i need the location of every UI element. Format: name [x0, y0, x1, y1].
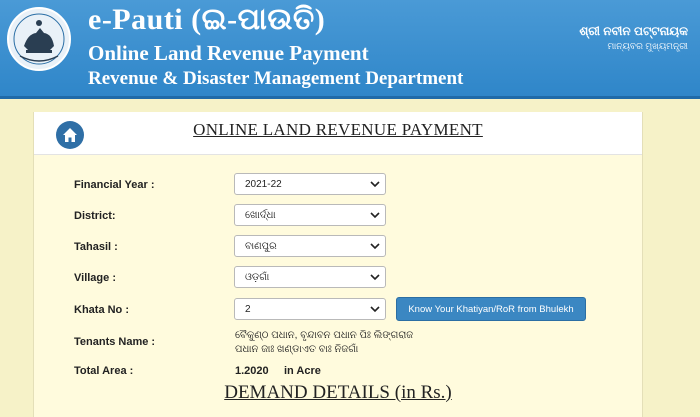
district-value: ଖୋର୍ଦ୍ଧା: [245, 210, 276, 221]
app-title: e-Pauti (ଇ-ପାଉତି): [88, 3, 326, 36]
chevron-down-icon: [370, 212, 380, 219]
chevron-down-icon: [370, 306, 380, 313]
district-select[interactable]: ଖୋର୍ଦ୍ଧା: [234, 204, 386, 226]
financial-year-label: Financial Year :: [74, 179, 155, 191]
tahasil-value: ବାଣପୁର: [245, 241, 277, 252]
district-label: District:: [74, 210, 116, 222]
tahasil-select[interactable]: ବାଣପୁର: [234, 235, 386, 257]
app-subtitle: Online Land Revenue Payment: [88, 41, 369, 65]
odisha-emblem-icon: [7, 7, 71, 71]
khata-no-label: Khata No :: [74, 304, 129, 316]
tenants-name-line2: ପଧାନ ଜାଃ ଖଣ୍ଡାଏତ ବାଃ ନିଜଗାଁ: [235, 344, 359, 355]
total-area-label: Total Area :: [74, 365, 134, 377]
chevron-down-icon: [370, 181, 380, 188]
chevron-down-icon: [370, 274, 380, 281]
village-label: Village :: [74, 272, 116, 284]
payment-panel: ONLINE LAND REVENUE PAYMENT Financial Ye…: [33, 112, 643, 417]
khata-no-value: 2: [245, 304, 251, 315]
tahasil-label: Tahasil :: [74, 241, 118, 253]
chief-minister-name: ଶ୍ରୀ ନବୀନ ପଟ୍ଟନାୟକ: [579, 24, 688, 38]
financial-year-value: 2021-22: [245, 179, 282, 190]
header-banner: e-Pauti (ଇ-ପାଉତି) Online Land Revenue Pa…: [0, 0, 700, 99]
total-area-value: 1.2020: [235, 365, 269, 377]
panel-title: ONLINE LAND REVENUE PAYMENT: [193, 120, 483, 139]
village-value: ଓଡ଼ଗାଁ: [245, 272, 270, 283]
financial-year-select[interactable]: 2021-22: [234, 173, 386, 195]
tenants-name-label: Tenants Name :: [74, 336, 156, 348]
chevron-down-icon: [370, 243, 380, 250]
khata-no-select[interactable]: 2: [234, 298, 386, 320]
demand-details-heading: DEMAND DETAILS (in Rs.): [224, 382, 452, 403]
chief-minister-title: ମାନ୍ୟବର ମୁଖ୍ୟମନ୍ତ୍ରୀ: [607, 41, 688, 51]
panel-header: ONLINE LAND REVENUE PAYMENT: [34, 112, 642, 155]
total-area-unit: in Acre: [284, 365, 321, 377]
know-khatiyan-button[interactable]: Know Your Khatiyan/RoR from Bhulekh: [396, 297, 586, 321]
department-name: Revenue & Disaster Management Department: [88, 68, 464, 89]
village-select[interactable]: ଓଡ଼ଗାଁ: [234, 266, 386, 288]
tenants-name-line1: ବୈକୁଣ୍ଠ ପଧାନ, ବୃନ୍ଦାବନ ପଧାନ ପିଃ ଲିଙ୍ଗରାଜ: [235, 330, 414, 341]
